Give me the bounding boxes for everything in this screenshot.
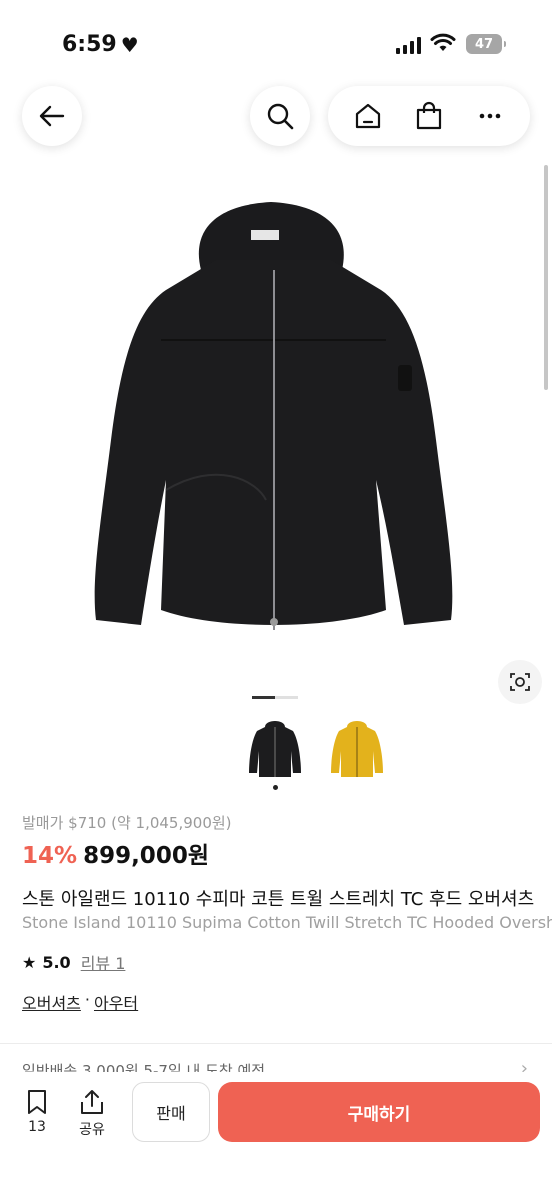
battery-level: 47 [474, 36, 494, 52]
section-divider [0, 1043, 552, 1044]
retail-price: 발매가 $710 (약 1,045,900원) [22, 814, 232, 832]
price-row: 14% 899,000원 [22, 836, 209, 870]
sale-price: 899,000원 [83, 843, 209, 869]
battery-icon: 47 [466, 34, 506, 54]
category-separator: · [84, 990, 90, 1009]
thumbnail-yellow[interactable] [324, 712, 390, 782]
product-title-korean: 스톤 아일랜드 10110 수피마 코튼 트윌 스트레치 TC 후드 오버셔츠 [22, 889, 535, 910]
lens-icon [510, 673, 530, 691]
product-image[interactable] [0, 160, 552, 700]
search-button[interactable] [250, 86, 310, 146]
category-breadcrumb: 오버셔츠 · 아우터 [22, 990, 138, 1014]
jacket-thumbnail-yellow [331, 721, 383, 777]
thumbnail-black[interactable] [242, 712, 308, 782]
sell-button[interactable]: 판매 [132, 1082, 210, 1142]
back-button[interactable] [22, 86, 82, 146]
color-thumbnails [242, 712, 390, 782]
rating-row: ★ 5.0 리뷰 1 [22, 950, 125, 974]
status-bar: 6:59 ♥ 47 [0, 0, 552, 80]
arrow-left-icon [39, 105, 65, 127]
image-search-button[interactable] [498, 660, 542, 704]
more-button[interactable] [470, 96, 510, 136]
status-time: 6:59 ♥ [62, 32, 139, 57]
star-icon: ★ [22, 952, 37, 972]
bookmark-icon [28, 1090, 46, 1114]
discount-rate: 14% [22, 843, 78, 869]
save-count: 13 [28, 1119, 46, 1135]
bottom-action-bar: 13 공유 판매 구매하기 [0, 1072, 552, 1200]
product-title-english: Stone Island 10110 Supima Cotton Twill S… [22, 913, 552, 932]
bag-button[interactable] [409, 96, 449, 136]
top-nav-actions [328, 86, 530, 146]
image-pager [252, 696, 298, 699]
save-button[interactable]: 13 [24, 1088, 50, 1135]
home-icon [356, 103, 381, 129]
rating-score: 5.0 [42, 952, 71, 972]
shopping-bag-icon [416, 101, 442, 130]
buy-button[interactable]: 구매하기 [218, 1082, 540, 1142]
review-link[interactable]: 리뷰 1 [81, 950, 126, 974]
category-link-outer[interactable]: 아우터 [94, 990, 138, 1014]
more-horizontal-icon [479, 113, 500, 119]
home-button[interactable] [348, 96, 388, 136]
category-link-overshirt[interactable]: 오버셔츠 [22, 990, 81, 1014]
search-icon [267, 103, 294, 130]
share-icon [81, 1090, 103, 1114]
wifi-icon [430, 33, 456, 57]
thumbnail-selected-indicator [273, 785, 278, 790]
pager-dot-2 [275, 696, 298, 699]
time-text: 6:59 [62, 32, 117, 57]
jacket-image [94, 202, 453, 630]
cellular-signal-icon [396, 36, 421, 54]
pager-dot-1 [252, 696, 275, 699]
heart-icon: ♥ [120, 32, 139, 57]
share-label: 공유 [79, 1122, 105, 1138]
share-button[interactable]: 공유 [78, 1088, 106, 1139]
jacket-thumbnail-black [249, 721, 301, 777]
